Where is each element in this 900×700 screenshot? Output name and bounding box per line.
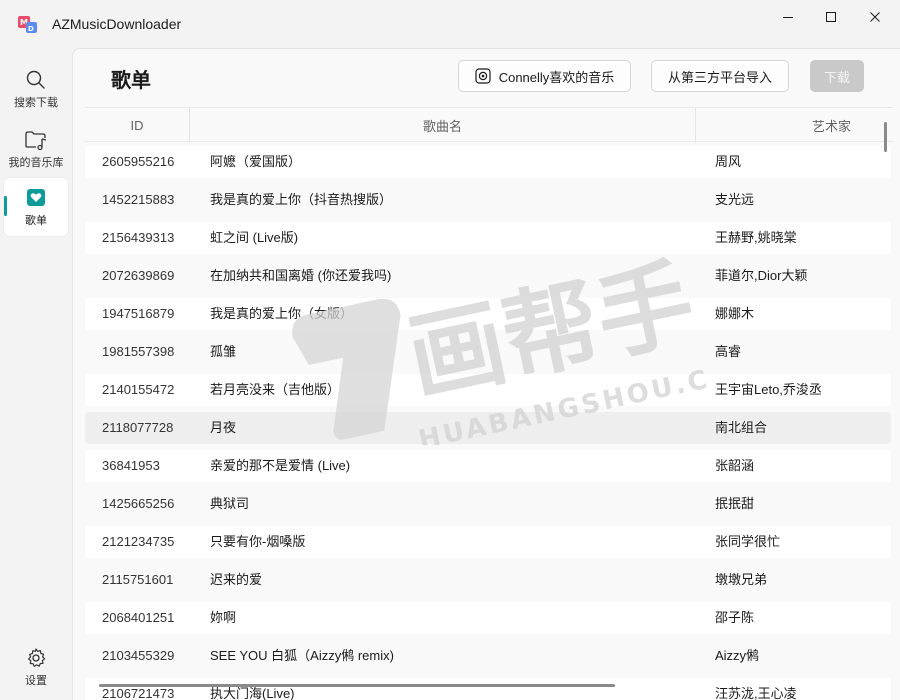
song-name-cell: 亲爱的那不是爱情 (Live) — [210, 458, 351, 473]
table-row[interactable]: 2118077728 月夜 南北组合 — [85, 412, 891, 444]
song-name-cell: 虹之间 (Live版) — [210, 230, 299, 245]
song-id-cell: 2068401251 — [102, 610, 175, 625]
song-id-cell: 2140155472 — [102, 382, 175, 397]
artist-cell: Aizzy鸺 — [715, 648, 760, 663]
table-row[interactable]: 2106721473 执大门海(Live) 汪苏泷,王心凌 — [85, 678, 891, 700]
sidebar: 搜索下载 我的音乐库 歌单 设置 — [0, 48, 72, 700]
artist-cell: 支光远 — [715, 192, 755, 207]
table-body: 2605955216 阿嬷（爱国版） 周风 1452215883 我是真的爱上你（抖音热… — [85, 146, 891, 700]
song-id-cell: 2072639869 — [102, 268, 175, 283]
import-third-party-button[interactable]: 从第三方平台导入 — [651, 60, 789, 92]
table-header: ID 歌曲名 艺术家 — [85, 107, 893, 143]
song-id-cell: 2103455329 — [102, 648, 175, 663]
table-row[interactable]: 2605955216 阿嬷（爱国版） 周风 — [85, 146, 891, 178]
song-id-cell: 1947516879 — [102, 306, 175, 321]
song-id-cell: 2115751601 — [102, 572, 174, 587]
artist-cell: 王赫野,姚晓棠 — [715, 230, 797, 245]
song-name-cell: 阿嬷（爱国版） — [210, 154, 302, 169]
song-name-cell: 月夜 — [210, 420, 237, 435]
close-icon — [870, 12, 880, 22]
sidebar-item-label: 搜索下载 — [14, 96, 58, 109]
song-id-cell: 2156439313 — [102, 230, 175, 245]
song-id-cell: 1981557398 — [102, 344, 175, 359]
record-icon — [475, 68, 491, 84]
table-row[interactable]: 36841953 亲爱的那不是爱情 (Live) 张韶涵 — [85, 450, 891, 482]
sidebar-item-search-download[interactable]: 搜索下载 — [4, 60, 68, 118]
artist-cell: 邵子陈 — [715, 610, 755, 625]
table-row[interactable]: 2072639869 在加纳共和国离婚 (你还爱我吗) 菲道尔,Dior大颖 — [85, 260, 891, 292]
heart-playlist-icon — [27, 188, 45, 206]
title-bar: M D AZMusicDownloader — [0, 0, 900, 48]
table-row[interactable]: 2115751601 迟来的爱 墩墩兄弟 — [85, 564, 891, 596]
horizontal-scrollbar[interactable] — [99, 684, 615, 687]
liked-music-label: Connelly喜欢的音乐 — [498, 69, 615, 85]
table-row[interactable]: 2068401251 妳啊 邵子陈 — [85, 602, 891, 634]
sidebar-item-my-library[interactable]: 我的音乐库 — [4, 120, 68, 178]
gear-icon — [28, 647, 46, 667]
app-title: AZMusicDownloader — [52, 16, 182, 32]
song-name-cell: 典狱司 — [210, 496, 250, 511]
song-name-cell: 在加纳共和国离婚 (你还爱我吗) — [210, 268, 392, 283]
artist-cell: 张同学很忙 — [715, 534, 781, 549]
sidebar-item-label: 设置 — [25, 674, 47, 687]
artist-cell: 墩墩兄弟 — [715, 572, 768, 587]
song-name-cell: 孤雏 — [210, 344, 237, 359]
artist-cell: 汪苏泷,王心凌 — [715, 686, 797, 700]
song-name-cell: 迟来的爱 — [210, 572, 263, 587]
close-button[interactable] — [852, 0, 898, 34]
artist-cell: 王宇宙Leto,乔浚丞 — [715, 382, 822, 397]
sidebar-item-label: 歌单 — [25, 214, 47, 227]
song-id-cell: 2118077728 — [102, 420, 174, 435]
search-icon — [26, 70, 45, 89]
music-folder-icon — [25, 130, 47, 150]
artist-cell: 张韶涵 — [715, 458, 755, 473]
song-name-cell: 若月亮没来（吉他版） — [210, 382, 341, 397]
column-header-artist[interactable]: 艺术家 — [696, 108, 900, 143]
table-row[interactable]: 1947516879 我是真的爱上你（女版） 娜娜木 — [85, 298, 891, 330]
sidebar-item-label: 我的音乐库 — [8, 156, 64, 169]
song-name-cell: 妳啊 — [210, 610, 237, 625]
song-id-cell: 1425665256 — [102, 496, 175, 511]
table-row[interactable]: 1981557398 孤雏 高睿 — [85, 336, 891, 368]
artist-cell: 娜娜木 — [715, 306, 755, 321]
table-row[interactable]: 1425665256 典狱司 抿抿甜 — [85, 488, 891, 520]
artist-cell: 南北组合 — [715, 420, 768, 435]
table-row[interactable]: 2156439313 虹之间 (Live版) 王赫野,姚晓棠 — [85, 222, 891, 254]
download-button[interactable]: 下载 — [810, 60, 864, 92]
song-id-cell: 1452215883 — [102, 192, 175, 207]
song-name-cell: 执大门海(Live) — [210, 686, 295, 700]
sidebar-item-settings[interactable]: 设置 — [4, 638, 68, 696]
svg-text:D: D — [28, 25, 34, 33]
column-header-id[interactable]: ID — [85, 108, 190, 143]
song-id-cell: 2605955216 — [102, 154, 175, 169]
artist-cell: 周风 — [715, 154, 742, 169]
song-name-cell: 只要有你-烟嗓版 — [210, 534, 306, 549]
table-row[interactable]: 1452215883 我是真的爱上你（抖音热搜版） 支光远 — [85, 184, 891, 216]
table-row[interactable]: 2140155472 若月亮没来（吉他版） 王宇宙Leto,乔浚丞 — [85, 374, 891, 406]
artist-cell: 菲道尔,Dior大颖 — [715, 268, 808, 283]
column-header-song[interactable]: 歌曲名 — [190, 108, 696, 143]
liked-music-button[interactable]: Connelly喜欢的音乐 — [458, 60, 631, 92]
minimize-button[interactable] — [765, 0, 811, 34]
app-logo-icon: M D — [18, 16, 37, 33]
song-name-cell: 我是真的爱上你（抖音热搜版） — [210, 192, 393, 207]
song-id-cell: 2121234735 — [102, 534, 175, 549]
minimize-icon — [783, 17, 793, 18]
table-row[interactable]: 2121234735 只要有你-烟嗓版 张同学很忙 — [85, 526, 891, 558]
sidebar-item-playlist[interactable]: 歌单 — [4, 178, 68, 236]
page-title: 歌单 — [111, 70, 151, 92]
vertical-scrollbar[interactable] — [884, 122, 887, 152]
maximize-icon — [826, 12, 836, 22]
artist-cell: 高睿 — [715, 344, 742, 359]
artist-cell: 抿抿甜 — [715, 496, 755, 511]
content-panel: 歌单 Connelly喜欢的音乐 从第三方平台导入 下载 ID 歌曲名 艺术家 … — [72, 48, 900, 700]
table-row[interactable]: 2103455329 SEE YOU 白狐（Aizzy鸺 remix) Aizzy鸺 — [85, 640, 891, 672]
song-name-cell: SEE YOU 白狐（Aizzy鸺 remix) — [210, 648, 394, 663]
song-id-cell: 36841953 — [102, 458, 160, 473]
song-id-cell: 2106721473 — [102, 686, 175, 700]
maximize-button[interactable] — [808, 0, 854, 34]
song-name-cell: 我是真的爱上你（女版） — [210, 306, 354, 321]
active-indicator — [4, 196, 7, 216]
